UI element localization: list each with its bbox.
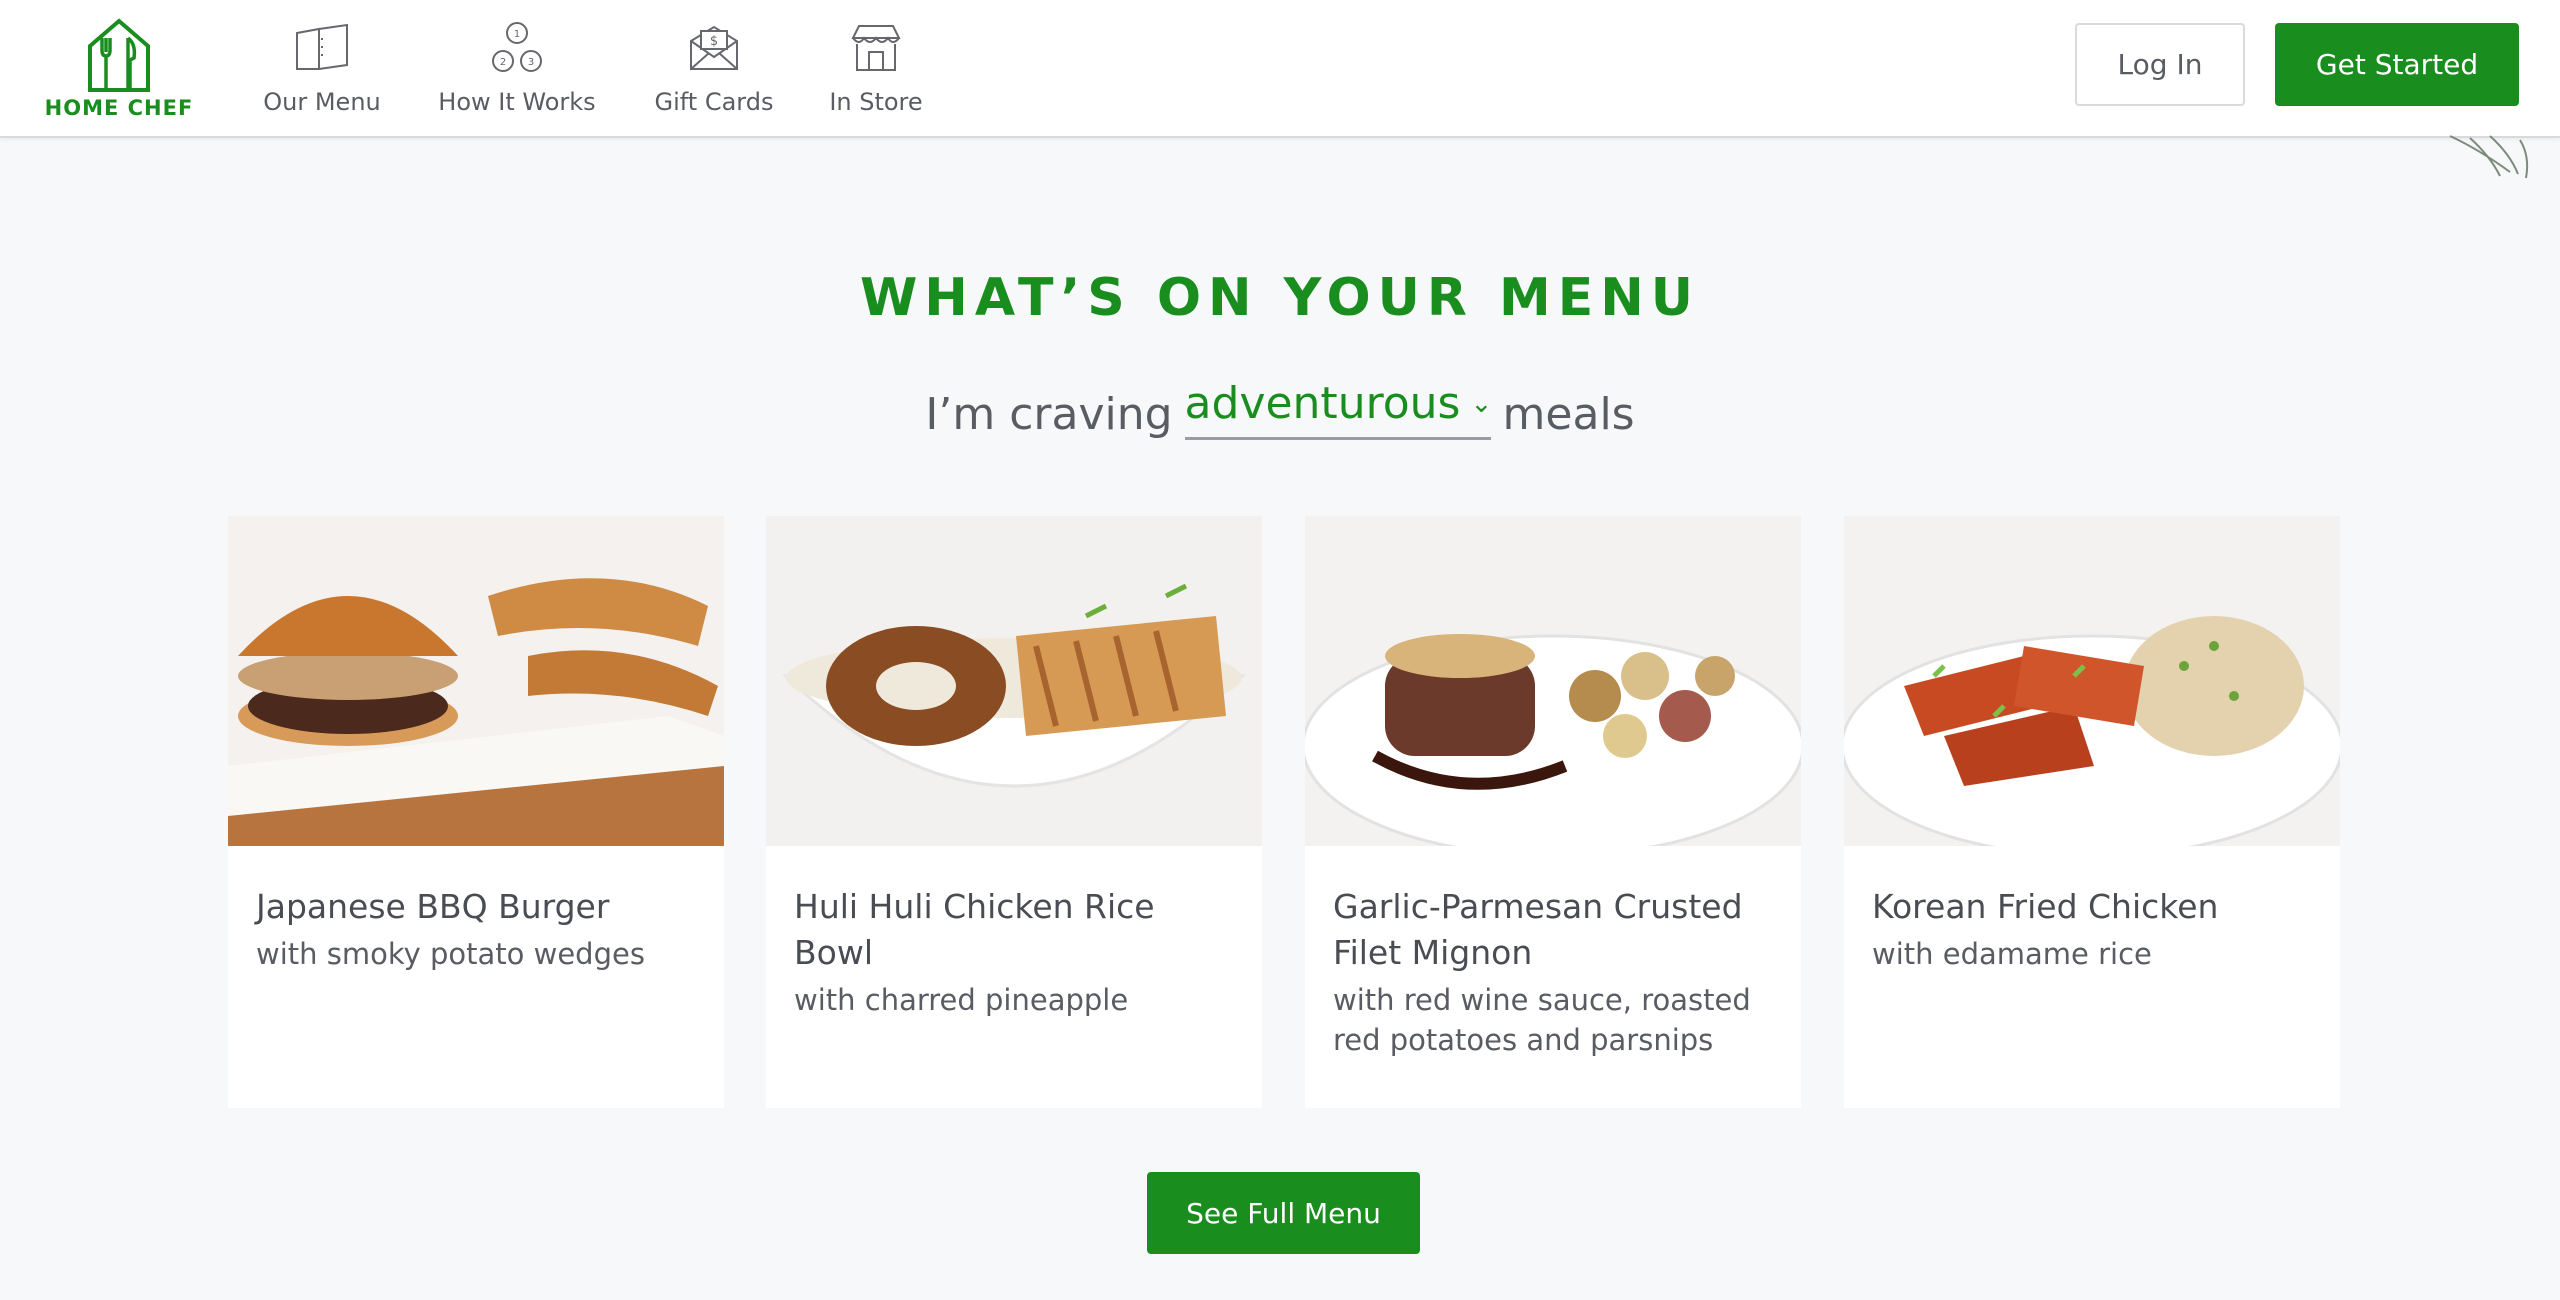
meal-title: Huli Huli Chicken Rice Bowl <box>794 887 1155 972</box>
meal-title: Korean Fried Chicken <box>1872 887 2219 926</box>
meal-image-filet <box>1305 516 1801 846</box>
meal-subtitle: with red wine sauce, roasted red potatoe… <box>1333 983 1751 1057</box>
svg-text:$: $ <box>710 34 718 49</box>
menu-book-icon <box>292 20 352 76</box>
meal-image-rice-bowl <box>766 516 1262 846</box>
nav-how-it-works[interactable]: 1 2 3 How It Works <box>434 20 600 120</box>
see-full-menu-button[interactable]: See Full Menu <box>1147 1172 1420 1254</box>
chevron-down-icon: ⌄ <box>1470 388 1493 419</box>
nav-label: Our Menu <box>263 88 381 116</box>
meal-card[interactable]: Garlic-Parmesan Crusted Filet Mignon wit… <box>1305 516 1801 1108</box>
nav-gift-cards[interactable]: $ Gift Cards <box>652 20 776 120</box>
gift-envelope-icon: $ <box>684 20 744 76</box>
nav-our-menu[interactable]: Our Menu <box>262 20 382 120</box>
nav-label: Gift Cards <box>654 88 774 116</box>
craving-sentence: I’m craving adventurous ⌄ meals <box>0 378 2560 440</box>
nav-in-store[interactable]: In Store <box>826 20 926 120</box>
meal-card[interactable]: Japanese BBQ Burger with smoky potato we… <box>228 516 724 1108</box>
craving-value: adventurous <box>1184 378 1461 429</box>
home-chef-logo[interactable]: HOME CHEF <box>44 18 194 122</box>
craving-dropdown[interactable]: adventurous ⌄ <box>1184 378 1493 440</box>
brand-name: HOME CHEF <box>44 96 194 120</box>
craving-suffix: meals <box>1502 389 1635 440</box>
nav-label: In Store <box>829 88 923 116</box>
craving-prefix: I’m craving <box>925 389 1173 440</box>
steps-123-icon: 1 2 3 <box>487 20 547 76</box>
svg-text:3: 3 <box>528 57 534 68</box>
meal-title: Japanese BBQ Burger <box>256 887 610 926</box>
login-button[interactable]: Log In <box>2075 23 2245 106</box>
meal-title: Garlic-Parmesan Crusted Filet Mignon <box>1333 887 1743 972</box>
site-header: HOME CHEF Our Menu 1 2 3 How It Works $ … <box>0 0 2560 138</box>
meal-card[interactable]: Korean Fried Chicken with edamame rice <box>1844 516 2340 1108</box>
chef-house-logo-icon <box>88 18 150 92</box>
nav-label: How It Works <box>438 88 596 116</box>
page-title: WHAT’S ON YOUR MENU <box>859 268 1701 328</box>
meal-image-burger <box>228 516 724 846</box>
svg-text:1: 1 <box>514 29 520 40</box>
meal-subtitle: with edamame rice <box>1872 937 2152 971</box>
meal-image-fried-chicken <box>1844 516 2340 846</box>
get-started-button[interactable]: Get Started <box>2275 23 2519 106</box>
svg-text:2: 2 <box>500 57 506 68</box>
herb-decoration-icon <box>2449 135 2529 179</box>
storefront-icon <box>846 20 906 76</box>
meal-card[interactable]: Huli Huli Chicken Rice Bowl with charred… <box>766 516 1262 1108</box>
meal-subtitle: with charred pineapple <box>794 983 1129 1017</box>
meal-subtitle: with smoky potato wedges <box>256 937 645 971</box>
